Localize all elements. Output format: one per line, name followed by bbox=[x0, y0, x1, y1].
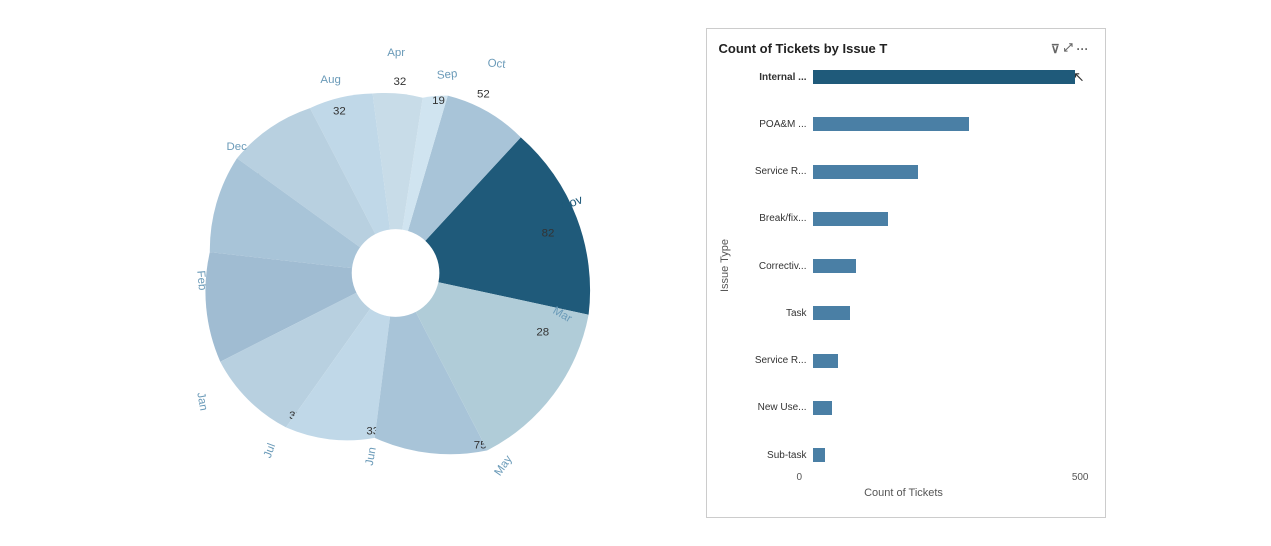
label-aug: Aug bbox=[320, 74, 340, 86]
bar-track bbox=[813, 448, 1089, 462]
bar-label: Service R... bbox=[735, 166, 807, 177]
label-jun: Jun bbox=[363, 446, 378, 466]
radial-chart: Nov 82 Oct 52 Sep 19 Apr 32 Aug 32 Dec 4… bbox=[166, 33, 646, 513]
bar-chart-body: Internal ... ↖ POA&M ... Service R... Break/… bbox=[735, 66, 1089, 466]
bar-label: New Use... bbox=[735, 402, 807, 413]
bar-label: Correctiv... bbox=[735, 261, 807, 272]
x-axis-ticks: 0 500 bbox=[719, 472, 1089, 483]
bar-row: Internal ... ↖ bbox=[735, 66, 1089, 88]
bar-fill bbox=[813, 117, 969, 131]
bar-label: Task bbox=[735, 308, 807, 319]
main-container: Nov 82 Oct 52 Sep 19 Apr 32 Aug 32 Dec 4… bbox=[0, 0, 1271, 546]
bar-row: Task bbox=[735, 302, 1089, 324]
center-circle bbox=[351, 229, 439, 317]
expand-icon[interactable]: ⤢ bbox=[1064, 42, 1073, 56]
bar-chart-title: Count of Tickets by Issue T ⊽ ⤢ ··· bbox=[719, 41, 1089, 56]
label-may: May bbox=[492, 453, 514, 478]
bar-track bbox=[813, 117, 1089, 131]
label-jan: Jan bbox=[194, 391, 209, 411]
bar-track bbox=[813, 259, 1089, 273]
bar-row: POA&M ... bbox=[735, 113, 1089, 135]
bar-chart-title-text: Count of Tickets by Issue T bbox=[719, 41, 888, 56]
x-axis-title: Count of Tickets bbox=[719, 487, 1089, 499]
bar-track: ↖ bbox=[813, 70, 1089, 84]
bar-track bbox=[813, 306, 1089, 320]
bar-chart-icons: ⊽ ⤢ ··· bbox=[1051, 42, 1089, 56]
bar-fill: ↖ bbox=[813, 70, 1075, 84]
bar-label: Internal ... bbox=[735, 72, 807, 83]
bar-label: Sub-task bbox=[735, 450, 807, 461]
bar-fill bbox=[813, 165, 919, 179]
value-oct: 52 bbox=[476, 89, 489, 101]
label-apr: Apr bbox=[387, 47, 405, 59]
label-dec: Dec bbox=[226, 141, 247, 153]
label-sep: Sep bbox=[436, 68, 457, 82]
bar-track bbox=[813, 354, 1089, 368]
y-axis-label: Issue Type bbox=[719, 66, 731, 466]
bar-chart-container: Count of Tickets by Issue T ⊽ ⤢ ··· Issu… bbox=[706, 28, 1106, 518]
bar-track bbox=[813, 401, 1089, 415]
x-tick-500: 500 bbox=[1072, 472, 1089, 483]
bar-track bbox=[813, 165, 1089, 179]
value-mar: 28 bbox=[536, 327, 549, 339]
bar-fill bbox=[813, 401, 832, 415]
bar-fill bbox=[813, 448, 826, 462]
bar-track bbox=[813, 212, 1089, 226]
x-axis-area: 0 500 Count of Tickets bbox=[719, 472, 1089, 499]
bar-label: Break/fix... bbox=[735, 213, 807, 224]
bar-fill bbox=[813, 259, 857, 273]
x-tick-0: 0 bbox=[797, 472, 803, 483]
radial-svg: Nov 82 Oct 52 Sep 19 Apr 32 Aug 32 Dec 4… bbox=[166, 33, 646, 513]
bar-label: POA&M ... bbox=[735, 119, 807, 130]
filter-icon[interactable]: ⊽ bbox=[1051, 42, 1060, 56]
bar-fill bbox=[813, 354, 838, 368]
value-sep: 19 bbox=[432, 95, 445, 107]
bar-row: Break/fix... bbox=[735, 208, 1089, 230]
bar-fill bbox=[813, 306, 851, 320]
cursor-indicator: ↖ bbox=[1073, 69, 1085, 86]
bar-row: Service R... bbox=[735, 350, 1089, 372]
label-jul: Jul bbox=[261, 442, 277, 460]
more-icon[interactable]: ··· bbox=[1077, 42, 1089, 56]
bar-row: New Use... bbox=[735, 397, 1089, 419]
bar-fill bbox=[813, 212, 889, 226]
value-apr: 32 bbox=[393, 76, 406, 88]
bar-row: Sub-task bbox=[735, 444, 1089, 466]
bar-chart-inner: Issue Type Internal ... ↖ POA&M ... Service… bbox=[719, 66, 1089, 466]
bar-row: Correctiv... bbox=[735, 255, 1089, 277]
bar-label: Service R... bbox=[735, 355, 807, 366]
bar-row: Service R... bbox=[735, 161, 1089, 183]
value-aug: 32 bbox=[332, 105, 345, 117]
value-nov: 82 bbox=[541, 227, 554, 239]
label-oct: Oct bbox=[487, 57, 507, 71]
